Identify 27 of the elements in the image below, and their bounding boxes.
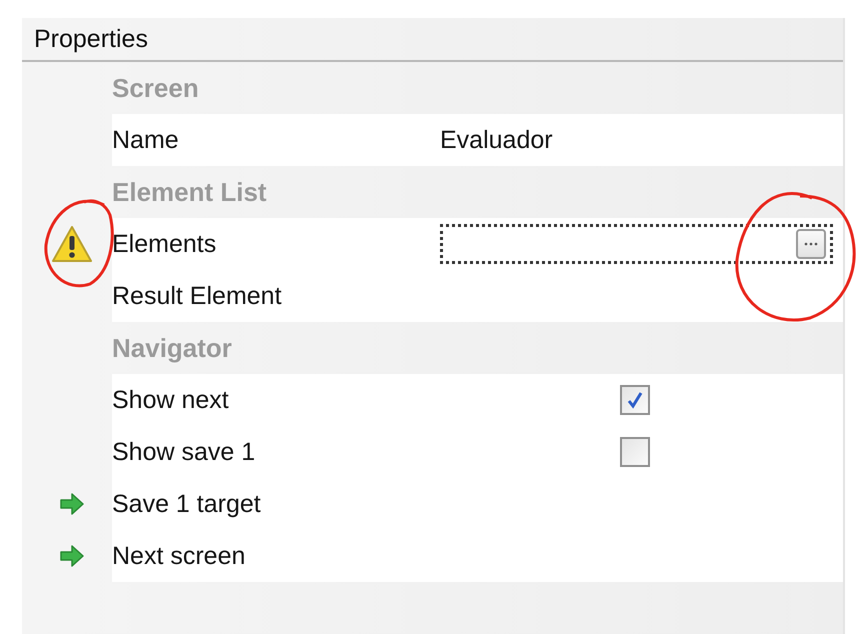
property-label: Save 1 target: [112, 490, 261, 518]
property-row[interactable]: Next screen: [112, 530, 843, 582]
property-label: Next screen: [112, 542, 246, 570]
property-row[interactable]: Show save 1: [112, 426, 843, 478]
property-row[interactable]: Name Evaluador: [112, 114, 843, 166]
checkbox[interactable]: [620, 385, 650, 415]
value-field[interactable]: [440, 224, 833, 264]
property-label: Show next: [112, 386, 229, 414]
property-label: Show save 1: [112, 438, 256, 466]
checkbox[interactable]: [620, 437, 650, 467]
category-heading: Screen: [112, 72, 199, 104]
arrow-icon: [59, 492, 85, 516]
property-row[interactable]: Show next: [112, 374, 843, 426]
arrow-icon: [59, 544, 85, 568]
property-row[interactable]: Elements: [112, 218, 843, 270]
property-label: Name: [112, 126, 179, 154]
ellipsis-icon: [804, 242, 818, 246]
category-heading: Navigator: [112, 332, 232, 364]
property-row[interactable]: Save 1 target: [112, 478, 843, 530]
property-label: Elements: [112, 230, 216, 258]
ellipsis-button[interactable]: [796, 229, 826, 259]
property-label: Result Element: [112, 282, 282, 310]
property-value[interactable]: Evaluador: [440, 126, 553, 154]
category-heading: Element List: [112, 176, 267, 208]
panel-title: Properties: [34, 24, 148, 54]
checkmark-icon: [625, 390, 645, 410]
property-row[interactable]: Result Element: [112, 270, 843, 322]
